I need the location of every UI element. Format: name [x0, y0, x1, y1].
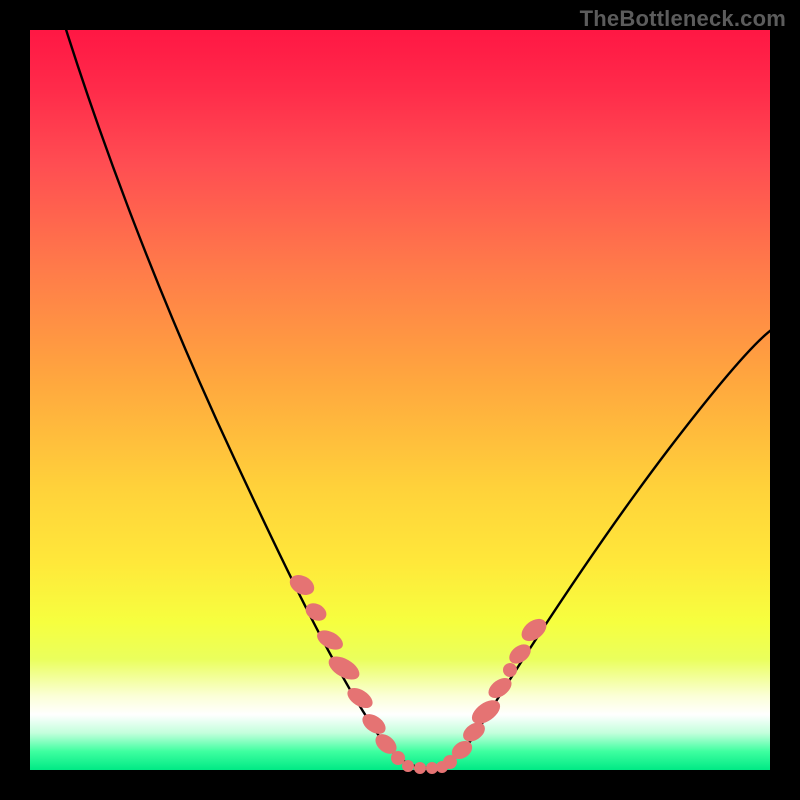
curve-path: [58, 4, 774, 768]
floor-marker-cluster: [402, 760, 448, 774]
left-marker-cluster: [286, 571, 405, 765]
watermark-text: TheBottleneck.com: [580, 6, 786, 32]
plot-area: [30, 30, 770, 770]
right-marker-cluster: [443, 614, 551, 769]
chart-frame: TheBottleneck.com: [0, 0, 800, 800]
bottleneck-curve: [30, 30, 770, 770]
